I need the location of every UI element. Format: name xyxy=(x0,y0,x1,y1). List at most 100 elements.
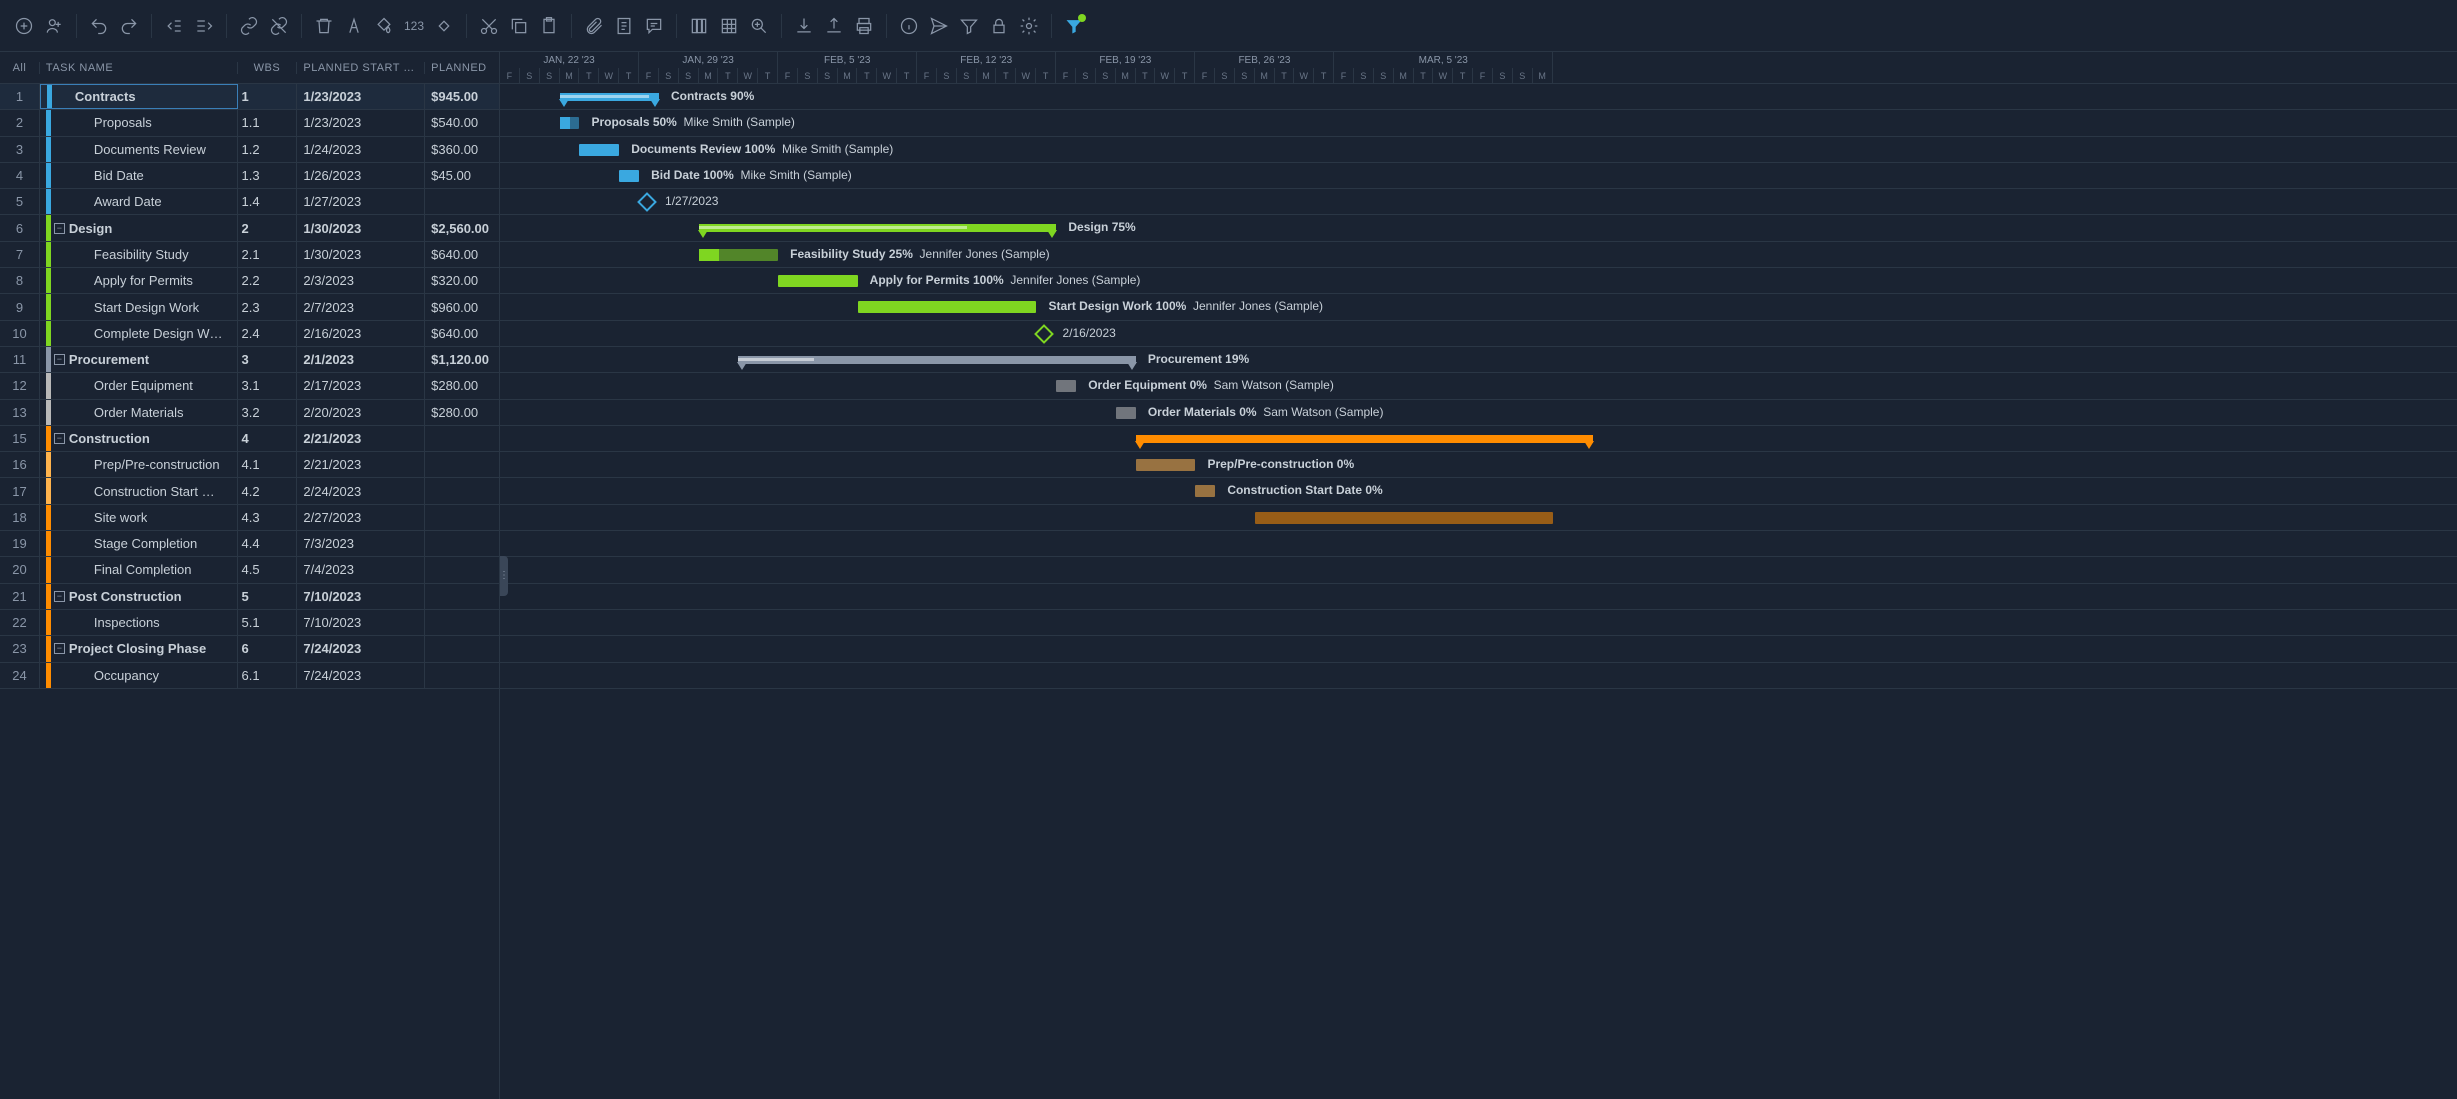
collapse-icon[interactable]: − xyxy=(54,643,65,654)
col-header-cost[interactable]: PLANNED xyxy=(425,62,499,74)
cell-cost[interactable]: $640.00 xyxy=(425,321,499,346)
cell-name[interactable]: Construction Start … xyxy=(40,478,238,503)
cell-wbs[interactable]: 2.3 xyxy=(238,294,298,319)
summary-bar[interactable] xyxy=(738,356,1135,364)
table-row[interactable]: 12Order Equipment3.12/17/2023$280.00 xyxy=(0,373,499,399)
print-icon[interactable] xyxy=(850,12,878,40)
milestone-marker[interactable] xyxy=(1035,324,1055,344)
cell-name[interactable]: Prep/Pre-construction xyxy=(40,452,238,477)
add-icon[interactable] xyxy=(10,12,38,40)
cell-name[interactable]: Feasibility Study xyxy=(40,242,238,267)
gantt-row[interactable] xyxy=(500,531,2457,557)
cell-name[interactable]: −Project Closing Phase xyxy=(40,636,238,661)
filter-icon[interactable] xyxy=(955,12,983,40)
table-row[interactable]: 15−Construction42/21/2023 xyxy=(0,426,499,452)
gantt-row[interactable]: Construction Start Date 0% xyxy=(500,478,2457,504)
gantt-row[interactable]: Prep/Pre-construction 0% xyxy=(500,452,2457,478)
cell-wbs[interactable]: 4 xyxy=(238,426,298,451)
assign-icon[interactable] xyxy=(40,12,68,40)
table-row[interactable]: 8Apply for Permits2.22/3/2023$320.00 xyxy=(0,268,499,294)
cell-cost[interactable]: $280.00 xyxy=(425,400,499,425)
cell-name[interactable]: −Design xyxy=(40,215,238,240)
cell-wbs[interactable]: 2.2 xyxy=(238,268,298,293)
gantt-row[interactable] xyxy=(500,636,2457,662)
cell-cost[interactable] xyxy=(425,505,499,530)
task-bar[interactable] xyxy=(1255,512,1553,524)
cell-cost[interactable] xyxy=(425,610,499,635)
cell-name[interactable]: Start Design Work xyxy=(40,294,238,319)
task-bar[interactable] xyxy=(579,144,619,156)
cell-cost[interactable] xyxy=(425,557,499,582)
cell-name[interactable]: Stage Completion xyxy=(40,531,238,556)
zoom-icon[interactable] xyxy=(745,12,773,40)
table-row[interactable]: 9Start Design Work2.32/7/2023$960.00 xyxy=(0,294,499,320)
cell-start[interactable]: 1/23/2023 xyxy=(297,110,425,135)
cell-wbs[interactable]: 4.4 xyxy=(238,531,298,556)
gantt-row[interactable]: Order Equipment 0% Sam Watson (Sample) xyxy=(500,373,2457,399)
summary-bar[interactable] xyxy=(560,93,659,101)
export-icon[interactable] xyxy=(820,12,848,40)
milestone-marker[interactable] xyxy=(637,192,657,212)
columns-icon[interactable] xyxy=(685,12,713,40)
gantt-row[interactable] xyxy=(500,610,2457,636)
table-row[interactable]: 7Feasibility Study2.11/30/2023$640.00 xyxy=(0,242,499,268)
indent-icon[interactable] xyxy=(190,12,218,40)
cell-wbs[interactable]: 2 xyxy=(238,215,298,240)
table-row[interactable]: 3Documents Review1.21/24/2023$360.00 xyxy=(0,137,499,163)
task-bar[interactable] xyxy=(1056,380,1076,392)
gantt-row[interactable]: Contracts 90% xyxy=(500,84,2457,110)
outdent-icon[interactable] xyxy=(160,12,188,40)
cell-start[interactable]: 2/17/2023 xyxy=(297,373,425,398)
gantt-row[interactable] xyxy=(500,584,2457,610)
splitter[interactable] xyxy=(500,52,508,1099)
summary-bar[interactable] xyxy=(1136,435,1593,443)
unlink-icon[interactable] xyxy=(265,12,293,40)
gantt-row[interactable] xyxy=(500,426,2457,452)
cell-start[interactable]: 2/21/2023 xyxy=(297,452,425,477)
table-row[interactable]: 19Stage Completion4.47/3/2023 xyxy=(0,531,499,557)
cell-wbs[interactable]: 4.2 xyxy=(238,478,298,503)
col-header-start[interactable]: PLANNED START … xyxy=(297,62,425,74)
task-bar[interactable] xyxy=(1195,485,1215,497)
numbering-label[interactable]: 123 xyxy=(400,19,428,33)
gantt-row[interactable]: 1/27/2023 xyxy=(500,189,2457,215)
task-bar[interactable] xyxy=(778,275,857,287)
gantt-row[interactable] xyxy=(500,663,2457,689)
gantt-row[interactable]: Proposals 50% Mike Smith (Sample) xyxy=(500,110,2457,136)
collapse-icon[interactable]: − xyxy=(54,433,65,444)
cell-cost[interactable] xyxy=(425,478,499,503)
cell-wbs[interactable]: 3.1 xyxy=(238,373,298,398)
cell-wbs[interactable]: 2.4 xyxy=(238,321,298,346)
gantt-row[interactable]: Apply for Permits 100% Jennifer Jones (S… xyxy=(500,268,2457,294)
cell-start[interactable]: 2/20/2023 xyxy=(297,400,425,425)
gantt-row[interactable]: Procurement 19% xyxy=(500,347,2457,373)
cell-wbs[interactable]: 1.3 xyxy=(238,163,298,188)
cell-start[interactable]: 1/30/2023 xyxy=(297,215,425,240)
notes-icon[interactable] xyxy=(610,12,638,40)
cell-cost[interactable]: $320.00 xyxy=(425,268,499,293)
cell-cost[interactable] xyxy=(425,426,499,451)
summary-bar[interactable] xyxy=(699,224,1057,232)
copy-icon[interactable] xyxy=(505,12,533,40)
cell-wbs[interactable]: 1 xyxy=(238,84,298,109)
table-row[interactable]: 1Contracts11/23/2023$945.00 xyxy=(0,84,499,110)
cell-start[interactable]: 7/10/2023 xyxy=(297,610,425,635)
cell-cost[interactable]: $540.00 xyxy=(425,110,499,135)
cell-wbs[interactable]: 6 xyxy=(238,636,298,661)
cell-wbs[interactable]: 1.4 xyxy=(238,189,298,214)
gantt-row[interactable] xyxy=(500,557,2457,583)
cell-cost[interactable]: $2,560.00 xyxy=(425,215,499,240)
cell-name[interactable]: Apply for Permits xyxy=(40,268,238,293)
gantt-row[interactable] xyxy=(500,505,2457,531)
cell-start[interactable]: 7/4/2023 xyxy=(297,557,425,582)
gantt-row[interactable]: Order Materials 0% Sam Watson (Sample) xyxy=(500,400,2457,426)
cell-name[interactable]: Order Equipment xyxy=(40,373,238,398)
collapse-icon[interactable]: − xyxy=(54,591,65,602)
cell-start[interactable]: 7/3/2023 xyxy=(297,531,425,556)
gantt-row[interactable]: Start Design Work 100% Jennifer Jones (S… xyxy=(500,294,2457,320)
cell-cost[interactable] xyxy=(425,189,499,214)
cell-name[interactable]: −Construction xyxy=(40,426,238,451)
cell-wbs[interactable]: 4.5 xyxy=(238,557,298,582)
table-row[interactable]: 23−Project Closing Phase67/24/2023 xyxy=(0,636,499,662)
table-row[interactable]: 24Occupancy6.17/24/2023 xyxy=(0,663,499,689)
